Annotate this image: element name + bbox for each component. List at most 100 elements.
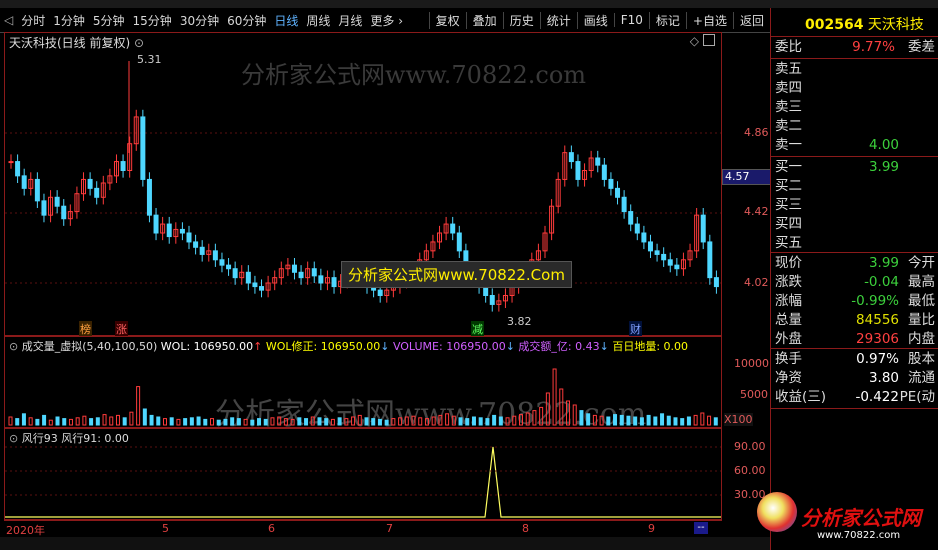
history-button[interactable]: 历史 [502,11,540,29]
volume-pane[interactable]: ⊙ 成交量_虚拟(5,40,100,50) WOL: 106950.00↑ WO… [4,336,722,432]
volume-bar [391,418,396,426]
bid-row[interactable]: 买四 [775,215,935,234]
overlay-button[interactable]: 叠加 [465,11,503,29]
tab-60min[interactable]: 60分钟 [223,12,270,29]
stat2-row[interactable]: 净资 3.80 流通 [775,369,935,388]
volume-bar [8,416,13,426]
tab-daily[interactable]: 日线 [270,12,302,29]
tab-weekly[interactable]: 周线 [302,12,334,29]
tab-more[interactable]: 更多 › [366,12,407,29]
f10-button[interactable]: F10 [613,13,649,27]
stat2-row[interactable]: 换手 0.97% 股本 [775,350,935,369]
mark-button[interactable]: 标记 [648,11,686,29]
vol-tick-5000: 5000 [740,388,768,401]
bid-row[interactable]: 买三 [775,196,935,215]
stat-label: 现价 [775,255,802,271]
volume-bar [48,419,53,426]
volume-bar [317,417,322,426]
volume-bar [223,418,228,426]
chevron-left-icon[interactable]: ◁ [0,13,17,27]
volume-bar [377,418,382,426]
stat-row[interactable]: 外盘 29306 内盘 [775,330,935,349]
tab-1min[interactable]: 1分钟 [49,12,89,29]
bid-row[interactable]: 买一 3.99 [775,158,935,177]
candle-body [34,178,40,202]
volume-bar [606,416,611,426]
volume-bar [203,418,208,426]
volume-bar [122,417,127,426]
volume-bar [398,417,403,426]
volume-bar [498,416,503,426]
stat-row[interactable]: 涨跌 -0.04 最高 [775,273,935,292]
volume-bar [55,416,60,426]
tag-cai[interactable]: 财 [629,321,642,337]
volume-bar [646,414,651,426]
volume-bar [310,416,315,426]
tag-zhang[interactable]: 涨 [115,321,128,337]
volume-bar [478,417,483,426]
draw-button[interactable]: 画线 [576,11,614,29]
promo-banner[interactable]: 分析家公式网www.70822.Com [341,261,572,288]
ask-row[interactable]: 卖二 [775,117,935,136]
tab-30min[interactable]: 30分钟 [176,12,223,29]
weibi-row: 委比 9.77% 委差 [775,39,935,55]
volume-bar [512,415,517,426]
volume-bar [236,418,241,426]
tab-fenshi[interactable]: 分时 [17,12,49,29]
volume-bar [290,418,295,426]
tag-bang[interactable]: 榜 [79,321,92,337]
stats-button[interactable]: 统计 [539,11,577,29]
volume-bar [263,418,268,426]
ind-tick-60: 60.00 [734,464,766,477]
volume-bar [626,415,631,426]
back-button[interactable]: 返回 [732,11,770,29]
top-strip [0,0,938,8]
stat-label2: 最高 [908,274,935,290]
stat-row[interactable]: 涨幅 -0.99% 最低 [775,292,935,311]
bid-label: 买一 [775,159,802,175]
volume-bar [566,400,571,426]
candle-body [193,241,199,248]
volume-bar [162,418,167,426]
stat-label2: 内盘 [908,331,935,347]
scroll-button[interactable]: -- [694,522,708,534]
indicator-pane[interactable]: ⊙ 风行93 风行91: 0.00 [4,428,722,520]
stock-header: 002564 天沃科技 [805,14,924,34]
candle-body [450,223,456,234]
x-tick-9: 9 [648,522,655,535]
volume-bar [539,406,544,426]
tab-monthly[interactable]: 月线 [334,12,366,29]
ask-label: 卖五 [775,61,802,77]
tag-jian[interactable]: 减 [471,321,484,337]
ask-row[interactable]: 卖一 4.00 [775,136,935,155]
volume-bar [525,412,530,426]
stat-label: 涨跌 [775,274,802,290]
main-chart-pane[interactable]: 天沃科技(日线 前复权) ⊙ ◇ 分析家公式网www.70822.com 5.3… [4,32,722,337]
ask-row[interactable]: 卖四 [775,79,935,98]
candle-body [601,164,607,180]
volume-bar [277,416,282,426]
ask-row[interactable]: 卖五 [775,60,935,79]
volume-bar [471,416,476,426]
volume-bar [21,413,26,426]
fuquan-button[interactable]: 复权 [428,11,466,29]
candle-body [628,211,634,225]
site-logo[interactable]: 分析家公式网 www.70822.com [757,488,938,550]
ask-row[interactable]: 卖三 [775,98,935,117]
bid-row[interactable]: 买二 [775,177,935,196]
volume-bar [196,416,201,426]
candle-body [489,295,495,305]
x-tick-5: 5 [162,522,169,535]
bid-row[interactable]: 买五 [775,234,935,253]
stat-row[interactable]: 总量 84556 量比 [775,311,935,330]
vol-tick-10000: 10000 [734,357,769,370]
stat2-row[interactable]: 收益(三) -0.422 PE(动 [775,388,935,407]
candle-body [377,289,383,296]
quote-panel: 002564 天沃科技 委比 9.77% 委差 卖五卖四 卖三 卖二 卖一 4.00 买… [757,8,938,550]
stat-row[interactable]: 现价 3.99 今开 [775,254,935,273]
tab-15min[interactable]: 15分钟 [129,12,176,29]
tab-5min[interactable]: 5分钟 [89,12,129,29]
add-watchlist-button[interactable]: +自选 [685,11,733,29]
volume-bar [592,414,597,426]
volume-bar [89,418,94,426]
